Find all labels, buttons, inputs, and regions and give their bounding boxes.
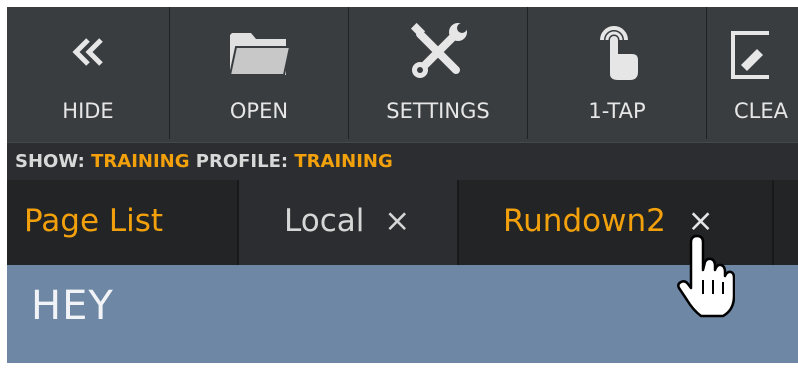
one-tap-button[interactable]: 1-TAP (528, 7, 706, 142)
show-profile-status: SHOW: TRAINING PROFILE: TRAINING (7, 142, 798, 180)
page-title: HEY (31, 283, 114, 329)
folder-icon (170, 21, 348, 83)
one-tap-label: 1-TAP (588, 99, 646, 123)
hide-button[interactable]: HIDE (7, 7, 169, 142)
double-chevron-left-icon (7, 21, 169, 83)
tab-label: Rundown2 (503, 203, 666, 239)
clear-icon (707, 21, 798, 83)
clear-button[interactable]: CLEA (707, 7, 798, 142)
tab-label: Local (284, 203, 365, 239)
open-label: OPEN (229, 99, 289, 123)
settings-button[interactable]: SETTINGS (349, 7, 527, 142)
tap-hand-icon (528, 21, 706, 83)
tab-label: Page List (24, 203, 164, 239)
show-label: SHOW: (15, 151, 85, 172)
hand-cursor-icon (677, 234, 735, 318)
hide-label: HIDE (62, 99, 114, 123)
open-button[interactable]: OPEN (170, 7, 348, 142)
profile-value: TRAINING (294, 151, 393, 172)
tab-local[interactable]: Local × (239, 180, 457, 265)
wrench-screwdriver-icon (349, 21, 527, 83)
toolbar: HIDE OPEN SETTINGS 1-TAP CLEA (7, 7, 798, 142)
profile-label: PROFILE: (195, 151, 289, 172)
clear-label: CLEA (734, 99, 788, 123)
close-icon[interactable]: × (384, 203, 410, 239)
settings-label: SETTINGS (386, 99, 490, 123)
tab-divider (772, 180, 774, 265)
tab-page-list[interactable]: Page List (7, 180, 237, 265)
show-value: TRAINING (91, 151, 190, 172)
